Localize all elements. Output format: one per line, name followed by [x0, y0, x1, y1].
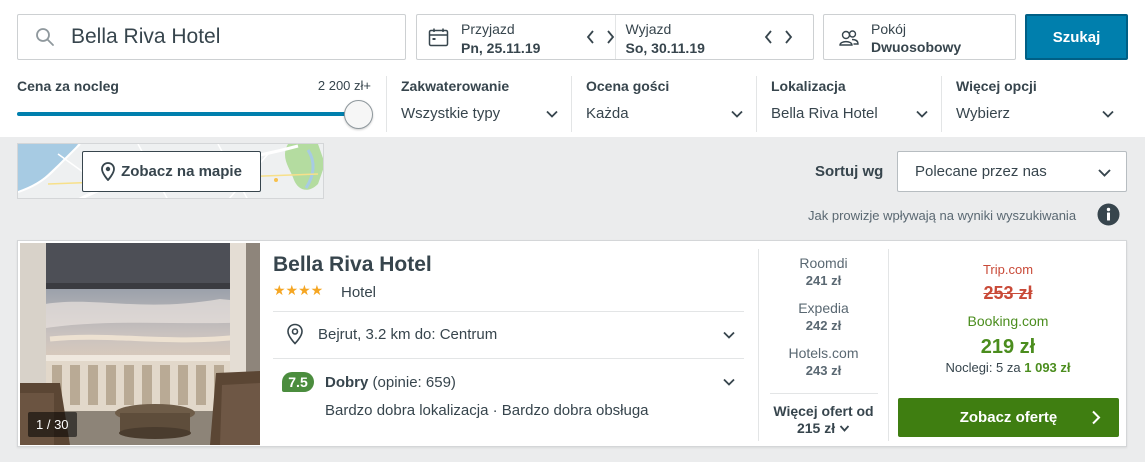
location-filter-title: Lokalizacja	[771, 78, 846, 94]
chevron-left-icon	[764, 30, 772, 44]
chevron-right-icon	[785, 30, 793, 44]
checkin-value: Pn, 25.11.19	[461, 40, 541, 56]
chevron-down-icon	[731, 110, 743, 118]
rating-highlights: Bardzo dobra lokalizacja · Bardzo dobra …	[325, 402, 649, 419]
checkout-label: Wyjazd	[625, 21, 672, 37]
show-on-map-button[interactable]: Zobacz na mapie	[82, 151, 261, 192]
guest-rating-filter-title: Ocena gości	[586, 78, 670, 94]
divider	[273, 311, 744, 312]
more-options-filter-title: Więcej opcji	[956, 78, 1037, 94]
room-label: Pokój	[871, 21, 907, 37]
hotel-photo[interactable]: 1 / 30	[20, 243, 260, 445]
provider-offer[interactable]: Expedia 242 zł	[760, 300, 887, 333]
sort-label: Sortuj wg	[815, 163, 884, 180]
chevron-down-icon	[1098, 169, 1111, 177]
price-filter-max: 2 200 zł+	[317, 78, 371, 93]
hotel-stars: ★★★★	[273, 282, 324, 298]
provider-offer[interactable]: Roomdi 241 zł	[760, 255, 887, 288]
sort-value: Polecane przez nas	[915, 163, 1047, 180]
more-offers-label: Więcej ofert od	[773, 403, 874, 419]
provider-name: Roomdi	[799, 255, 848, 271]
info-icon[interactable]	[1097, 203, 1120, 226]
rating-word: Dobry	[325, 374, 369, 391]
divider	[888, 249, 889, 441]
chevron-down-icon[interactable]	[722, 328, 736, 342]
chevron-down-icon	[839, 425, 850, 432]
price-slider-track[interactable]	[17, 112, 357, 116]
accommodation-filter[interactable]: Zakwaterowanie Wszystkie typy	[386, 76, 571, 132]
chevron-left-icon	[586, 30, 594, 44]
accommodation-filter-title: Zakwaterowanie	[401, 78, 510, 94]
search-icon	[36, 28, 54, 46]
provider-price: 242 zł	[805, 318, 842, 333]
view-deal-label: Zobacz ofertę	[959, 409, 1058, 426]
sort-dropdown[interactable]: Polecane przez nas	[897, 151, 1127, 192]
checkout-value: So, 30.11.19	[625, 40, 705, 56]
chevron-down-icon	[916, 110, 928, 118]
guest-rating-filter-value: Każda	[586, 105, 629, 122]
hotel-location[interactable]: Bejrut, 3.2 km do: Centrum	[318, 326, 497, 343]
old-deal-provider: Trip.com	[982, 262, 1034, 277]
provider-name: Expedia	[798, 300, 849, 316]
chevron-right-icon	[1092, 410, 1101, 425]
deal-provider: Booking.com	[967, 313, 1049, 329]
rating-summary[interactable]: Dobry (opinie: 659)	[325, 374, 456, 391]
date-picker: Przyjazd Pn, 25.11.19 Wyjazd So, 30.11.1…	[416, 14, 814, 60]
show-on-map-label: Zobacz na mapie	[121, 163, 242, 180]
photo-counter: 1 / 30	[28, 412, 77, 437]
map-pin-icon	[101, 162, 115, 181]
divider	[273, 358, 744, 359]
provider-name: Hotels.com	[788, 345, 859, 361]
room-value: Dwuosobowy	[871, 39, 962, 55]
provider-price: 243 zł	[805, 363, 842, 378]
search-button[interactable]: Szukaj	[1025, 14, 1128, 60]
hotel-name[interactable]: Bella Riva Hotel	[273, 253, 432, 277]
deal-price: 219 zł	[980, 336, 1036, 358]
chevron-down-icon	[546, 110, 558, 118]
provider-offer[interactable]: Hotels.com 243 zł	[760, 345, 887, 378]
divider	[758, 249, 759, 441]
checkout-field[interactable]: Wyjazd So, 30.11.19	[614, 15, 814, 59]
accommodation-filter-value: Wszystkie typy	[401, 105, 501, 122]
location-filter-value: Bella Riva Hotel	[771, 105, 878, 122]
more-offers-price: 215 zł	[796, 420, 836, 436]
deal-nights-total: Noclegi: 5 za 1 093 zł	[890, 360, 1126, 375]
checkin-field[interactable]: Przyjazd Pn, 25.11.19	[417, 15, 615, 59]
provider-price: 241 zł	[805, 273, 842, 288]
checkin-prev-button[interactable]	[582, 28, 598, 46]
rating-score-badge: 7.5	[282, 372, 314, 392]
checkout-prev-button[interactable]	[761, 28, 777, 46]
commission-disclaimer[interactable]: Jak prowizje wpływają na wyniki wyszukiw…	[808, 208, 1076, 223]
more-options-filter[interactable]: Więcej opcji Wybierz	[941, 76, 1127, 132]
divider	[770, 393, 878, 394]
price-filter-title: Cena za nocleg	[17, 78, 119, 94]
calendar-icon	[428, 28, 449, 47]
location-pin-icon	[287, 323, 303, 345]
old-deal-price: 253 zł	[983, 283, 1033, 303]
location-filter[interactable]: Lokalizacja Bella Riva Hotel	[756, 76, 941, 132]
chevron-down-icon[interactable]	[722, 375, 736, 389]
checkout-next-button[interactable]	[781, 28, 797, 46]
hotel-type: Hotel	[341, 284, 377, 301]
destination-search-value: Bella Riva Hotel	[71, 25, 221, 48]
destination-search-input[interactable]: Bella Riva Hotel	[17, 14, 406, 60]
chevron-right-icon	[606, 30, 614, 44]
price-filter: Cena za nocleg 2 200 zł+	[17, 76, 377, 132]
room-selector[interactable]: Pokój Dwuosobowy	[823, 14, 1016, 60]
checkout-text: Wyjazd So, 30.11.19	[626, 21, 705, 56]
more-offers-button[interactable]: Więcej ofert od 215 zł	[760, 403, 887, 437]
search-header: Bella Riva Hotel Przyjazd Pn, 25.11.19 W…	[0, 0, 1145, 137]
nights-label: Noclegi: 5 za	[945, 360, 1021, 375]
guests-icon	[839, 30, 859, 46]
nights-total: 1 093 zł	[1024, 360, 1071, 375]
rating-count: (opinie: 659)	[372, 374, 456, 391]
guest-rating-filter[interactable]: Ocena gości Każda	[571, 76, 756, 132]
price-slider-handle[interactable]	[344, 100, 373, 129]
checkin-label: Przyjazd	[461, 21, 515, 37]
more-options-filter-value: Wybierz	[956, 105, 1011, 122]
view-deal-button[interactable]: Zobacz ofertę	[898, 398, 1119, 437]
checkin-text: Przyjazd Pn, 25.11.19	[461, 21, 540, 56]
chevron-down-icon	[1102, 110, 1114, 118]
hotel-result-card: 1 / 30 Bella Riva Hotel ★★★★ Hotel Bejru…	[17, 240, 1127, 447]
